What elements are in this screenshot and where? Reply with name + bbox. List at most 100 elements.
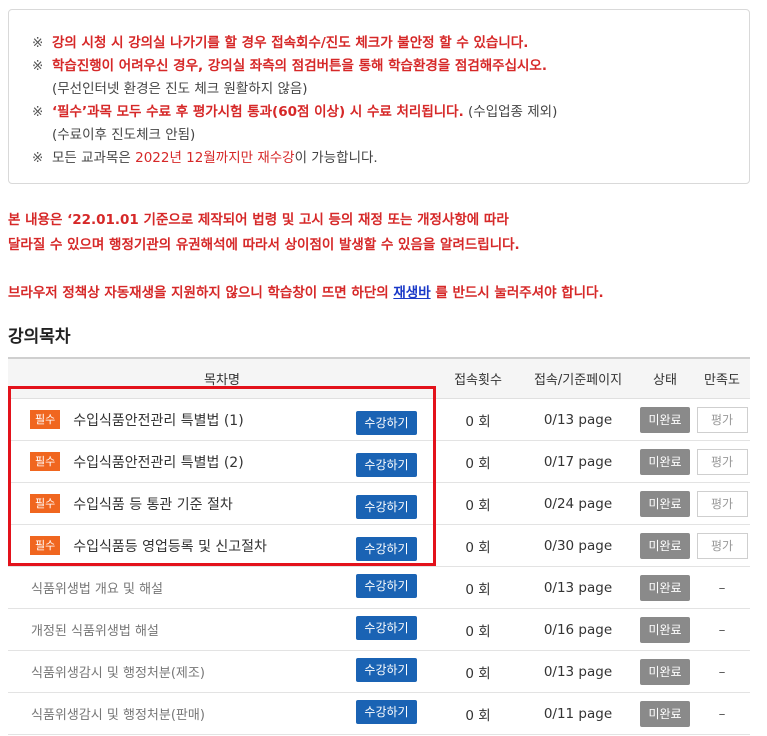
page-progress: 0/11 page: [520, 692, 636, 735]
reference-mark: ※: [32, 150, 44, 166]
lecture-title-cell: 필수 수입식품안전관리 특별법 (1) 수강하기: [8, 398, 436, 441]
study-button[interactable]: 수강하기: [356, 700, 417, 724]
lecture-title: 식품위생감시 및 행정처분(제조): [31, 666, 205, 681]
browser-warning-text-b: 를 반드시 눌러주셔야 합니다.: [430, 285, 604, 301]
column-header-count: 접속횟수: [436, 357, 520, 399]
status-badge: 미완료: [640, 658, 690, 685]
notice-line: ※ 모든 교과목은 2022년 12월까지만 재수강이 가능합니다.: [32, 147, 749, 170]
status-badge: 미완료: [640, 532, 690, 559]
reference-mark: ※: [32, 58, 44, 74]
lecture-title: 수입식품안전관리 특별법 (2): [73, 454, 244, 471]
lecture-title-cell: 필수 수입식품등 영업등록 및 신고절차 수강하기: [8, 524, 436, 567]
lecture-title-cell: 식품위생법 개요 및 해설 수강하기: [8, 566, 436, 609]
page-progress: 0/17 page: [520, 440, 636, 483]
notice-text-4b: 2022년 12월까지만 재수강: [135, 150, 295, 166]
browser-warning-text-a: 브라우저 정책상 자동재생을 지원하지 않으니 학습창이 뜨면 하단의: [8, 285, 394, 301]
lecture-title: 수입식품 등 통관 기준 절차: [73, 496, 233, 513]
notice-line: ※ 학습진행이 어려우신 경우, 강의실 좌측의 점검버튼을 통해 학습환경을 점…: [32, 55, 749, 78]
required-badge: 필수: [30, 452, 61, 471]
access-count: 0 회: [436, 398, 520, 441]
status-badge: 미완료: [640, 616, 690, 643]
lecture-title-cell: 식품위생감시 및 행정처분(제조) 수강하기: [8, 650, 436, 693]
page-progress: 0/16 page: [520, 608, 636, 651]
legal-warning-line-1: 본 내용은 ‘22.01.01 기준으로 제작되어 법령 및 고시 등의 재정 …: [8, 212, 509, 228]
study-button[interactable]: 수강하기: [356, 494, 417, 519]
lecture-title: 수입식품안전관리 특별법 (1): [73, 412, 244, 429]
required-badge: 필수: [30, 494, 61, 513]
table-row: 필수 수입식품안전관리 특별법 (1) 수강하기 0 회 0/13 page 미완…: [8, 398, 750, 441]
reference-mark: ※: [32, 104, 44, 120]
lecture-title-cell: 개정된 식품위생법 해설 수강하기: [8, 608, 436, 651]
notice-text-3-note: (수입업종 제외): [463, 104, 558, 120]
notice-line: ※ ‘필수’과목 모두 수료 후 평가시험 통과(60점 이상) 시 수료 처리됩…: [32, 101, 749, 124]
table-row: 필수 수입식품안전관리 특별법 (2) 수강하기 0 회 0/17 page 미완…: [8, 440, 750, 483]
section-title: 강의목차: [8, 327, 71, 347]
rating-empty: –: [694, 608, 750, 651]
notice-text-4a: 모든 교과목은: [52, 150, 136, 166]
access-count: 0 회: [436, 482, 520, 525]
rating-empty: –: [694, 566, 750, 609]
notice-line: ※ 강의 시청 시 강의실 나가기를 할 경우 접속회수/진도 체크가 불안정 할…: [32, 32, 749, 55]
notice-subtext-2: (무선인터넷 환경은 진도 체크 원활하지 않음): [52, 81, 308, 97]
lecture-title-cell: 필수 수입식품 등 통관 기준 절차 수강하기: [8, 482, 436, 525]
legal-warning-line-2: 달라질 수 있으며 행정기관의 유권해석에 따라서 상이점이 발생할 수 있음을…: [8, 237, 520, 253]
page-progress: 0/13 page: [520, 650, 636, 693]
access-count: 0 회: [436, 566, 520, 609]
notice-subtext-3: (수료이후 진도체크 안됨): [52, 127, 196, 143]
study-button[interactable]: 수강하기: [356, 536, 417, 561]
lecture-title: 수입식품등 영업등록 및 신고절차: [73, 538, 267, 555]
table-row: 개정된 식품위생법 해설 수강하기 0 회 0/16 page 미완료 –: [8, 608, 750, 651]
lecture-table: 목차명 접속횟수 접속/기준페이지 상태 만족도 필수수입식품안전관리 특별법 …: [8, 357, 750, 735]
column-header-rating: 만족도: [694, 357, 750, 399]
status-badge: 미완료: [640, 448, 690, 475]
status-badge: 미완료: [640, 574, 690, 601]
lecture-title-cell: 식품위생감시 및 행정처분(판매) 수강하기: [8, 692, 436, 735]
required-badge: 필수: [30, 536, 61, 555]
study-button[interactable]: 수강하기: [356, 658, 417, 682]
notice-text-1: 강의 시청 시 강의실 나가기를 할 경우 접속회수/진도 체크가 불안정 할 …: [52, 35, 529, 51]
access-count: 0 회: [436, 650, 520, 693]
status-badge: 미완료: [640, 406, 690, 433]
study-button[interactable]: 수강하기: [356, 574, 417, 598]
browser-warning: 브라우저 정책상 자동재생을 지원하지 않으니 학습창이 뜨면 하단의 재생바 …: [8, 281, 604, 301]
table-row: 식품위생감시 및 행정처분(제조) 수강하기 0 회 0/13 page 미완료…: [8, 650, 750, 693]
rate-button[interactable]: 평가: [696, 448, 748, 475]
play-bar-link[interactable]: 재생바: [393, 285, 430, 301]
access-count: 0 회: [436, 692, 520, 735]
column-header-pages: 접속/기준페이지: [520, 357, 636, 399]
access-count: 0 회: [436, 608, 520, 651]
study-button[interactable]: 수강하기: [356, 452, 417, 477]
status-badge: 미완료: [640, 490, 690, 517]
table-row: 필수 수입식품등 영업등록 및 신고절차 수강하기 0 회 0/30 page 미…: [8, 524, 750, 567]
table-row: 필수 수입식품 등 통관 기준 절차 수강하기 0 회 0/24 page 미완료…: [8, 482, 750, 525]
rate-button[interactable]: 평가: [696, 532, 748, 559]
lecture-title: 개정된 식품위생법 해설: [31, 624, 159, 639]
rate-button[interactable]: 평가: [696, 406, 748, 433]
access-count: 0 회: [436, 524, 520, 567]
notice-text-4c: 이 가능합니다.: [294, 150, 378, 166]
notice-box: ※ 강의 시청 시 강의실 나가기를 할 경우 접속회수/진도 체크가 불안정 할…: [8, 9, 750, 184]
page-progress: 0/13 page: [520, 566, 636, 609]
page-progress: 0/24 page: [520, 482, 636, 525]
lecture-title: 식품위생법 개요 및 해설: [31, 582, 163, 597]
study-button[interactable]: 수강하기: [356, 410, 417, 435]
study-button[interactable]: 수강하기: [356, 616, 417, 640]
lecture-title-cell: 필수 수입식품안전관리 특별법 (2) 수강하기: [8, 440, 436, 483]
status-badge: 미완료: [640, 700, 690, 727]
table-row: 식품위생감시 및 행정처분(판매) 수강하기 0 회 0/11 page 미완료…: [8, 692, 750, 735]
rating-empty: –: [694, 692, 750, 735]
notice-text-3: ‘필수’과목 모두 수료 후 평가시험 통과(60점 이상) 시 수료 처리됩니…: [52, 104, 464, 120]
access-count: 0 회: [436, 440, 520, 483]
reference-mark: ※: [32, 35, 44, 51]
column-header-title: 목차명: [8, 357, 436, 399]
required-badge: 필수: [30, 410, 61, 429]
page-progress: 0/13 page: [520, 398, 636, 441]
column-header-status: 상태: [636, 357, 694, 399]
lecture-title: 식품위생감시 및 행정처분(판매): [31, 708, 205, 723]
rate-button[interactable]: 평가: [696, 490, 748, 517]
page-progress: 0/30 page: [520, 524, 636, 567]
table-row: 식품위생법 개요 및 해설 수강하기 0 회 0/13 page 미완료 –: [8, 566, 750, 609]
table-header: 목차명 접속횟수 접속/기준페이지 상태 만족도: [8, 357, 750, 399]
rating-empty: –: [694, 650, 750, 693]
notice-text-2: 학습진행이 어려우신 경우, 강의실 좌측의 점검버튼을 통해 학습환경을 점검…: [52, 58, 547, 74]
